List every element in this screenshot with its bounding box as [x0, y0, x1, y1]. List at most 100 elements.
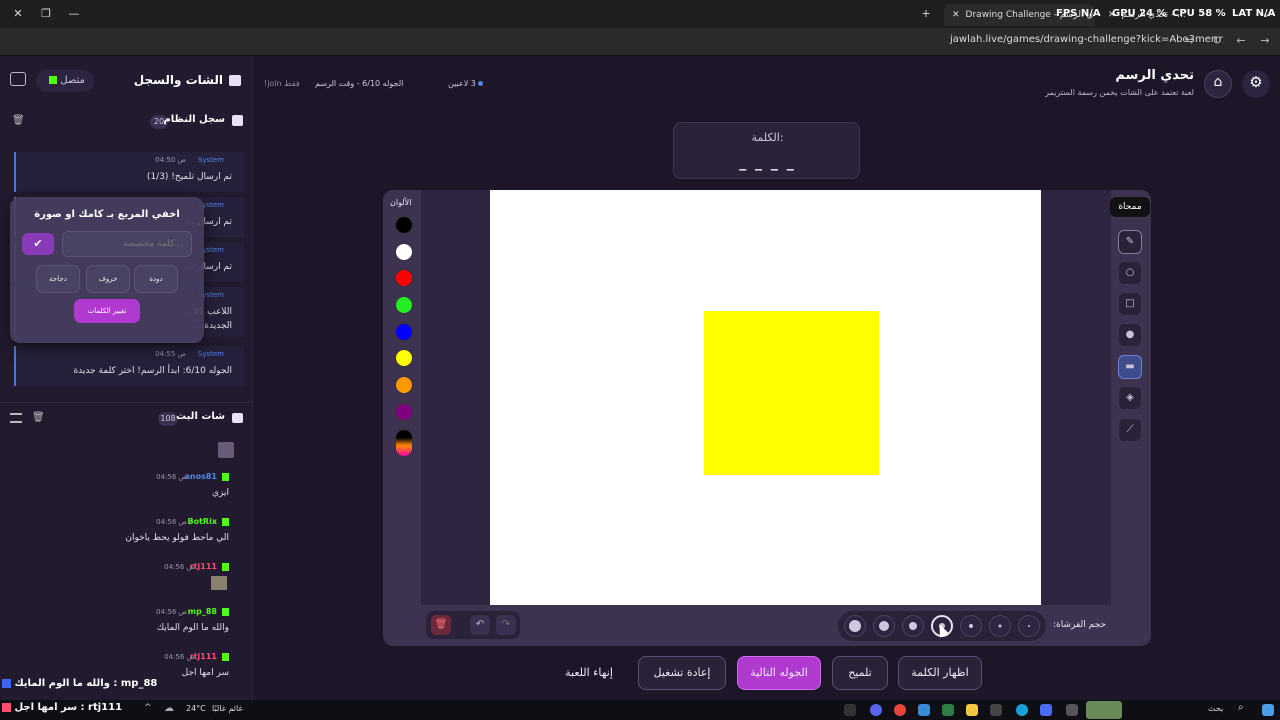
brush-size-md[interactable] [902, 615, 924, 637]
colors-label: الألوان [390, 198, 412, 207]
color-swatch-blue[interactable] [394, 322, 414, 342]
home-icon[interactable]: ⌂ [1204, 70, 1232, 98]
filter-icon[interactable] [10, 413, 22, 423]
forward-icon[interactable]: ← [1234, 34, 1248, 48]
color-swatch-white[interactable] [394, 242, 414, 262]
hud-lat: LAT N/A [1232, 8, 1276, 19]
minimize-window-icon[interactable]: — [66, 6, 82, 22]
filled-circle-tool-icon[interactable]: ● [1118, 323, 1142, 347]
brush-size-xs[interactable] [989, 615, 1011, 637]
filled-rectangle-tool-icon[interactable]: ▬ [1118, 355, 1142, 379]
players-dot-icon [478, 81, 484, 86]
maximize-window-icon[interactable]: ❐ [38, 6, 54, 22]
message-time: 04:55 ص [155, 350, 186, 358]
color-swatch-black[interactable] [394, 215, 414, 235]
word-label: الكلمة: [751, 131, 784, 144]
taskbar-app-icon[interactable] [1040, 704, 1052, 716]
trash-icon[interactable]: 🗑 [12, 115, 25, 126]
close-window-icon[interactable]: ✕ [10, 6, 26, 22]
status-label: متصل [60, 75, 85, 86]
confirm-check-button[interactable]: ✔ [22, 233, 54, 255]
brush-size-xxs[interactable] [1018, 615, 1040, 637]
brush-size-lg[interactable] [873, 615, 895, 637]
circle-tool-icon[interactable]: ○ [1118, 261, 1142, 285]
brush-size-sm[interactable] [960, 615, 982, 637]
custom-word-input[interactable] [62, 231, 192, 257]
stream-chat-header: 🗑 108 شات البث [0, 402, 253, 434]
next-round-button[interactable]: الجوله التالية [737, 656, 821, 690]
color-swatch-purple[interactable] [394, 402, 414, 422]
rectangle-tool-icon[interactable]: □ [1118, 292, 1142, 316]
undo-icon[interactable]: ↶ [470, 615, 490, 635]
trash-icon[interactable]: 🗑 [32, 412, 45, 423]
taskbar-app-icon[interactable] [918, 704, 930, 716]
tray-expand-icon[interactable]: ^ [144, 703, 152, 713]
color-swatch-green[interactable] [394, 295, 414, 315]
word-option-button[interactable]: خروف [86, 265, 130, 293]
taskbar-app-icon[interactable] [990, 704, 1002, 716]
chat-bubble-icon [229, 75, 241, 86]
fill-bucket-tool-icon[interactable]: ◈ [1118, 386, 1142, 410]
color-swatch-yellow[interactable] [394, 348, 414, 368]
collapse-sidebar-icon[interactable] [10, 72, 26, 86]
file-explorer-icon[interactable] [966, 704, 978, 716]
end-game-button[interactable]: إنهاء اللعبة [552, 656, 626, 690]
redo-icon[interactable]: ↷ [496, 615, 516, 635]
custom-color-picker[interactable] [394, 428, 414, 458]
taskbar-app-icon[interactable] [942, 704, 954, 716]
hint-button[interactable]: تلميح [832, 656, 888, 690]
clear-canvas-trash-icon[interactable]: 🗑 [431, 615, 451, 635]
back-icon[interactable]: → [1258, 34, 1272, 48]
line-tool-icon[interactable]: ⟋ [1118, 418, 1142, 442]
message-text: الجوله 6/10: ابدأ الرسم! اختر كلمة جديدة [73, 366, 232, 376]
kick-icon [222, 518, 229, 526]
change-words-button[interactable]: تغيير الكلمات [74, 299, 140, 323]
chat-bubble-icon [232, 413, 243, 423]
sidebar-header: متصل الشات والسجل [0, 56, 253, 100]
site-settings-icon[interactable]: ⇋ [1182, 34, 1196, 48]
stream-chat-title: شات البث [176, 411, 225, 422]
edge-icon[interactable] [1016, 704, 1028, 716]
message-text: ايزي [211, 488, 229, 498]
kick-icon [222, 653, 229, 661]
taskbar-app-icon[interactable] [844, 704, 856, 716]
word-option-button[interactable]: دجاجة [36, 265, 80, 293]
reload-icon[interactable]: ↻ [1210, 34, 1224, 48]
restart-button[interactable]: إعادة تشغيل [638, 656, 726, 690]
overlay-badge-icon [2, 702, 11, 712]
overlay-text: والله ما الوم المايك : mp_88 [14, 678, 158, 689]
widgets-image[interactable] [1086, 701, 1122, 719]
hud-fps: FPS N/A [1056, 8, 1101, 19]
eraser-tool-icon[interactable]: ✎ [1118, 230, 1142, 254]
color-swatch-orange[interactable] [394, 375, 414, 395]
show-word-button[interactable]: اظهار الكلمة [898, 656, 982, 690]
players-label: 3 لاعبين [448, 79, 476, 88]
weather-temp: 24°C [186, 704, 206, 713]
kick-icon [222, 608, 229, 616]
game-subtitle: لعبة تعتمد على الشات يخمن رسمة الستريمر [1045, 88, 1194, 97]
message-time: 04:56 ص [156, 518, 187, 526]
taskbar-search[interactable]: بحث [1208, 704, 1223, 713]
discord-icon[interactable] [870, 704, 882, 716]
color-swatch-red[interactable] [394, 268, 414, 288]
player-count: 3 لاعبين [448, 79, 484, 88]
message-author: BotRix [187, 517, 217, 526]
new-tab-icon[interactable]: + [918, 6, 934, 22]
game-title: تحدي الرسم [1115, 68, 1194, 83]
windows-start-icon[interactable] [1262, 704, 1274, 716]
chrome-icon[interactable] [894, 704, 906, 716]
task-view-icon[interactable] [1066, 704, 1078, 716]
emote-image [211, 576, 227, 590]
word-option-button[interactable]: دودة [134, 265, 178, 293]
message-time: 04:56 ص [164, 563, 195, 571]
settings-gear-icon[interactable]: ⚙ [1242, 70, 1270, 98]
drawing-canvas[interactable] [490, 190, 1041, 605]
emote-image [218, 442, 234, 458]
message-text: الي ماحط فولو يحط ياخوان [125, 533, 229, 543]
system-message: System 04:50 ص تم ارسال تلميح! (1/3) [14, 152, 244, 192]
message-author: System [197, 350, 224, 358]
kick-icon [49, 76, 58, 84]
search-icon[interactable]: ⌕ [1238, 702, 1244, 713]
tab-close-icon[interactable]: ✕ [952, 10, 960, 20]
brush-size-xl[interactable] [844, 615, 866, 637]
